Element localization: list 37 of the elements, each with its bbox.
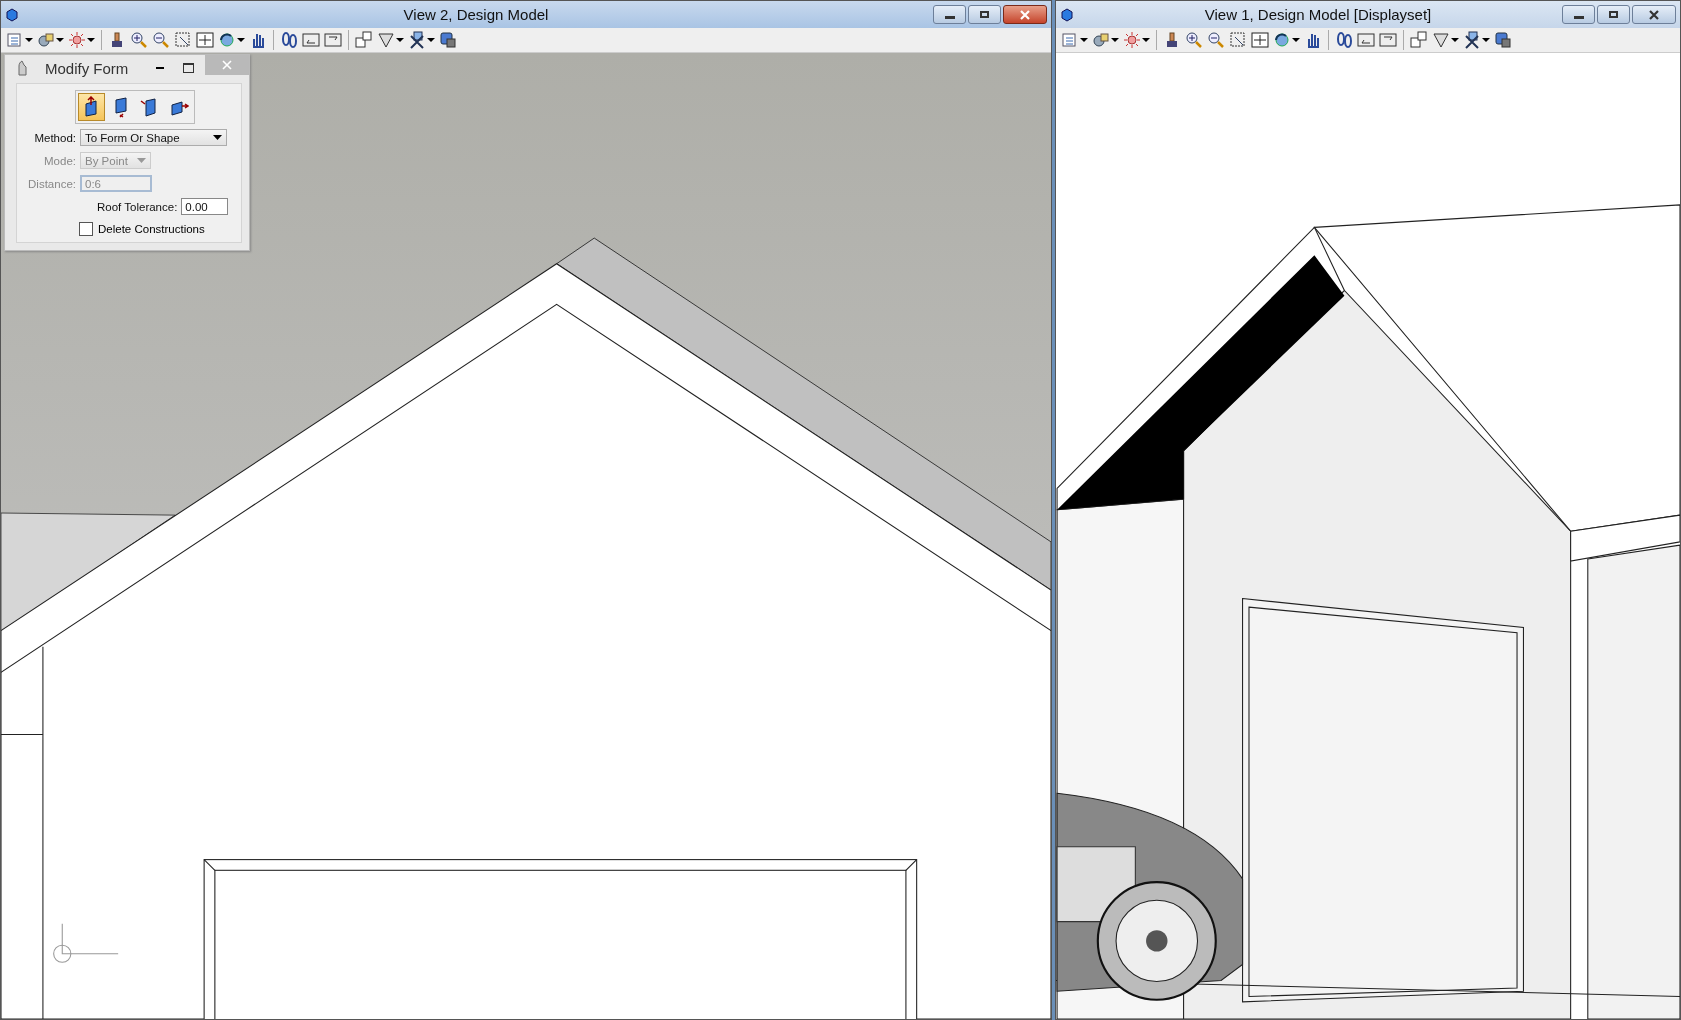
close-button[interactable] <box>1003 5 1047 24</box>
display-style-icon[interactable] <box>1462 29 1491 51</box>
input-field[interactable]: 0.00 <box>181 198 229 215</box>
checkbox[interactable] <box>79 222 93 236</box>
field-label: Distance: <box>27 177 76 190</box>
fit-view-icon[interactable] <box>1250 29 1270 51</box>
cube-icon <box>1060 7 1074 22</box>
caret-icon <box>213 135 222 140</box>
display-style-icon[interactable] <box>407 29 436 51</box>
close-icon <box>1019 9 1031 20</box>
caret-icon <box>137 158 146 163</box>
minimize-button[interactable] <box>1562 5 1595 24</box>
dialog-title: Modify Form <box>45 59 130 77</box>
field-label: Roof Tolerance: <box>97 200 178 213</box>
field-label: Method: <box>33 131 76 144</box>
render-icon[interactable] <box>438 29 458 51</box>
field-label: Mode: <box>43 154 76 167</box>
checkbox-label: Delete Constructions <box>98 223 205 235</box>
dropdown[interactable]: To Form Or Shape <box>80 129 227 146</box>
light-icon[interactable] <box>67 29 96 51</box>
minimize-button[interactable] <box>933 5 966 24</box>
maximize-button[interactable] <box>1597 5 1630 24</box>
copy-view-icon[interactable] <box>354 29 374 51</box>
cube-icon <box>5 7 19 22</box>
light-icon[interactable] <box>1122 29 1151 51</box>
footprints-icon[interactable] <box>279 29 299 51</box>
copy-view-icon[interactable] <box>1409 29 1429 51</box>
footprints-icon[interactable] <box>1334 29 1354 51</box>
fit-view-icon[interactable] <box>195 29 215 51</box>
render-icon[interactable] <box>1493 29 1513 51</box>
form-tool-button[interactable] <box>78 93 105 121</box>
window-title: View 1, Design Model [Displayset] <box>1203 6 1433 23</box>
window-title: View 2, Design Model <box>402 6 550 23</box>
close-button[interactable] <box>1632 5 1676 24</box>
close-icon <box>1648 9 1660 20</box>
maximize-button[interactable] <box>968 5 1001 24</box>
close-icon <box>222 60 232 70</box>
